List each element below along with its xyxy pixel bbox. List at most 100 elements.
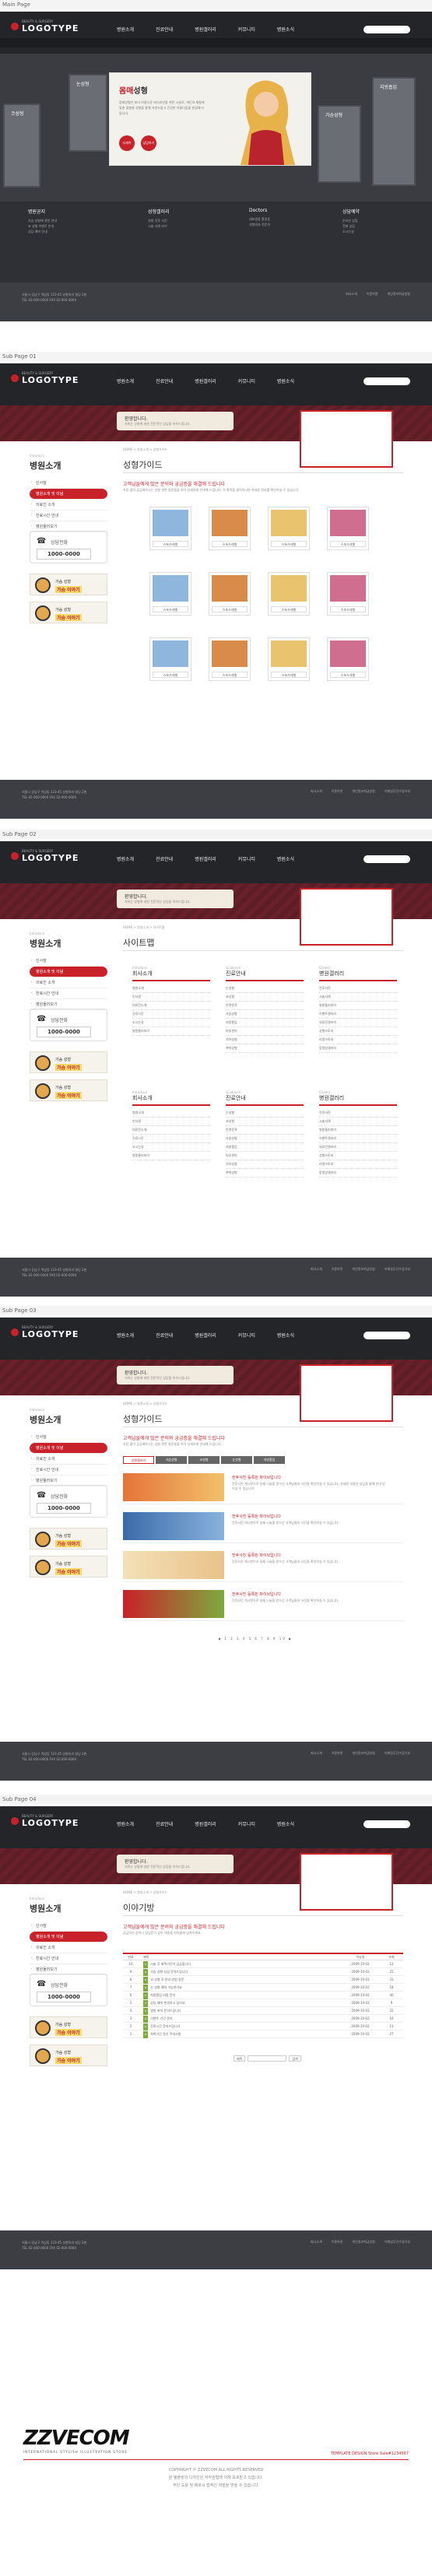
sitemap-link[interactable]: 치아성형 <box>226 1036 304 1044</box>
sitemap-link[interactable]: 동영상갤러리 <box>319 1169 397 1177</box>
sitemap-link[interactable]: 인사말 <box>132 1118 210 1126</box>
search-input[interactable] <box>364 855 410 863</box>
sitemap-link[interactable]: 병원둘러보기 <box>132 1152 210 1160</box>
gallery-thumb[interactable]: 스포츠레벨 <box>209 637 251 681</box>
lnb-item[interactable]: 진료시간 안내 <box>30 988 107 999</box>
sitemap-link[interactable]: 성형스토리 <box>319 1152 397 1160</box>
gnb-item[interactable]: 커뮤니티 <box>238 855 255 862</box>
tab[interactable]: 가슴성형 <box>156 1456 187 1464</box>
search-input[interactable] <box>364 26 410 33</box>
lnb-item[interactable]: 인사말 <box>30 956 107 967</box>
promo-banner[interactable]: 가슴 성형 가슴 이야기 <box>30 1051 107 1073</box>
gnb-item[interactable]: 병원갤러리 <box>195 855 216 862</box>
lnb-item[interactable]: 의료진 소개 <box>30 500 107 511</box>
gallery-thumb[interactable]: 스포츠레벨 <box>327 637 369 681</box>
logo[interactable]: BEAUTY & SURGERY LOGOTYPE <box>11 19 79 33</box>
promo-banner[interactable]: 가슴 성형 가슴 이야기 <box>30 1528 107 1549</box>
footer-link[interactable]: 회사소개 <box>311 1267 322 1272</box>
gallery-thumb[interactable]: 스포츠레벨 <box>149 572 191 616</box>
sitemap-link[interactable]: 병원둘러보기 <box>132 1027 210 1036</box>
promo-banner[interactable]: 가슴 성형 가슴 이야기 <box>30 2044 107 2066</box>
footer-link[interactable]: 이용약관 <box>332 2240 343 2244</box>
gallery-item[interactable]: 전후사진 등록된 파이브입니다 전후사진 게시판으로 실제 시술을 받으신 고객님… <box>123 1509 403 1543</box>
sitemap-link[interactable]: 코성형 <box>226 993 304 1002</box>
gnb-item[interactable]: 병원갤러리 <box>195 1332 216 1339</box>
gallery-thumb[interactable]: 스포츠레벨 <box>327 572 369 616</box>
sitemap-link[interactable]: 쁘띠성형 <box>226 1044 304 1053</box>
gallery-item[interactable]: 전후사진 등록된 파이브입니다 전후사진 게시판으로 실제 시술을 받으신 고객님… <box>123 1548 403 1582</box>
gnb-item[interactable]: 진료안내 <box>156 377 173 384</box>
gnb-item[interactable]: 병원소개 <box>117 855 134 862</box>
lnb-item[interactable]: 진료시간 안내 <box>30 1465 107 1476</box>
sitemap-link[interactable]: 의료진소개 <box>132 1002 210 1010</box>
promo-banner[interactable]: 가슴 성형 가슴 이야기 <box>30 2016 107 2038</box>
sitemap-link[interactable]: 병원소개 <box>132 1109 210 1118</box>
table-row[interactable]: 7N눈 성형 예약 가능한가요 2009-10-02 18 <box>123 1984 403 1992</box>
footer-link[interactable]: 이용약관 <box>332 1267 343 1272</box>
sitemap-link[interactable]: 눈성형 <box>226 1109 304 1118</box>
lnb-item[interactable]: 인사말 <box>30 478 107 489</box>
sitemap-link[interactable]: 의료진갤러리 <box>319 1019 397 1027</box>
gallery-thumb[interactable]: 스포츠레벨 <box>268 572 310 616</box>
sitemap-link[interactable]: 이벤트갤러리 <box>319 1010 397 1019</box>
logo[interactable]: BEAUTY & SURGERY LOGOTYPE <box>11 1325 79 1339</box>
promo-banner[interactable]: 가슴 성형 가슴 이야기 <box>30 1556 107 1578</box>
gnb-item[interactable]: 병원갤러리 <box>195 377 216 384</box>
lnb-item[interactable]: 진료시간 안내 <box>30 1953 107 1964</box>
lnb-item-active[interactable]: 병원소개 및 이념 <box>30 1443 107 1454</box>
sitemap-link[interactable]: 가슴성형 <box>226 1010 304 1019</box>
sitemap-link[interactable]: 안면윤곽 <box>226 1126 304 1135</box>
sitemap-link[interactable]: 진료시간 <box>132 1010 210 1019</box>
table-row[interactable]: 5 N 상담 예약 변경하고 싶어요 2009-10-02 9 <box>123 1999 403 2007</box>
table-row[interactable]: 2 N 진료시간 문의드립니다 2009-10-02 11 <box>123 2023 403 2030</box>
footer-link[interactable]: 이메일무단수집거부 <box>385 1267 410 1272</box>
gnb-item[interactable]: 병원소개 <box>117 377 134 384</box>
sitemap-link[interactable]: 시술사례 <box>319 1118 397 1126</box>
search-select[interactable]: 제목 <box>234 2055 246 2062</box>
gnb-item[interactable]: 커뮤니티 <box>238 1332 255 1339</box>
footer-link[interactable]: 회사소개 <box>346 292 357 297</box>
footer-link[interactable]: 회사소개 <box>311 789 322 794</box>
footer-link[interactable]: 회사소개 <box>311 2240 322 2244</box>
sitemap-link[interactable]: 전후사진 <box>319 984 397 993</box>
tab[interactable]: 코성형 <box>188 1456 220 1464</box>
sitemap-link[interactable]: 병원둘러보기 <box>319 1002 397 1010</box>
promo-banner[interactable]: 가슴 성형 가슴 이야기 <box>30 1079 107 1101</box>
sitemap-link[interactable]: 리얼스토리 <box>319 1160 397 1169</box>
search-button[interactable]: 검색 <box>289 2055 301 2062</box>
lnb-item[interactable]: 인사말 <box>30 1432 107 1443</box>
gallery-thumb[interactable]: 스포츠레벨 <box>209 507 251 550</box>
gnb-item[interactable]: 병원소개 <box>117 26 134 33</box>
lnb-item[interactable]: 의료진 소개 <box>30 1454 107 1465</box>
footer-link[interactable]: 이메일무단수집거부 <box>385 1751 410 1756</box>
sitemap-link[interactable]: 지방흡입 <box>226 1143 304 1152</box>
tab[interactable]: 지방흡입 <box>254 1456 285 1464</box>
sitemap-link[interactable]: 치아성형 <box>226 1160 304 1169</box>
sitemap-link[interactable]: 쁘띠성형 <box>226 1169 304 1177</box>
visual-card[interactable]: 눈성형 <box>68 74 107 152</box>
lnb-item[interactable]: 인사말 <box>30 1921 107 1932</box>
pagination[interactable]: ◀ 1 2 3 4 5 6 7 8 9 10 ▶ <box>218 1637 293 1641</box>
gallery-thumb[interactable]: 스포츠레벨 <box>268 507 310 550</box>
sitemap-link[interactable]: 의료진소개 <box>132 1126 210 1135</box>
gnb-item[interactable]: 병원소식 <box>277 855 294 862</box>
table-row[interactable]: 9 N 가슴 성형 상담 문의드립니다 2009-10-02 25 <box>123 1968 403 1976</box>
detail-button[interactable]: 자세히 <box>119 135 135 151</box>
sitemap-link[interactable]: 이벤트갤러리 <box>319 1135 397 1143</box>
visual-card[interactable]: 코성형 <box>3 104 40 188</box>
table-row[interactable]: 8N코 성형 후 관리 방법 질문 2009-10-02 31 <box>123 1976 403 1984</box>
sitemap-link[interactable]: 지방흡입 <box>226 1019 304 1027</box>
lnb-item-active[interactable]: 병원소개 및 이념 <box>30 1932 107 1943</box>
sitemap-link[interactable]: 안면윤곽 <box>226 1002 304 1010</box>
table-row[interactable]: 4 N 병원 위치 문의드립니다 2009-10-02 22 <box>123 2007 403 2015</box>
sitemap-link[interactable]: 피부관리 <box>226 1027 304 1036</box>
sitemap-link[interactable]: 성형스토리 <box>319 1027 397 1036</box>
visual-card[interactable]: 가슴성형 <box>318 105 361 183</box>
tab[interactable]: 눈성형 <box>221 1456 252 1464</box>
lnb-item[interactable]: 의료진 소개 <box>30 977 107 988</box>
promo-banner[interactable]: 가슴 성형 가슴 이야기 <box>30 602 107 623</box>
gnb-item[interactable]: 진료안내 <box>156 1820 173 1827</box>
logo[interactable]: BEAUTY & SURGERY LOGOTYPE <box>11 1814 79 1828</box>
sitemap-link[interactable]: 전후사진 <box>319 1109 397 1118</box>
lnb-item[interactable]: 진료시간 안내 <box>30 511 107 521</box>
